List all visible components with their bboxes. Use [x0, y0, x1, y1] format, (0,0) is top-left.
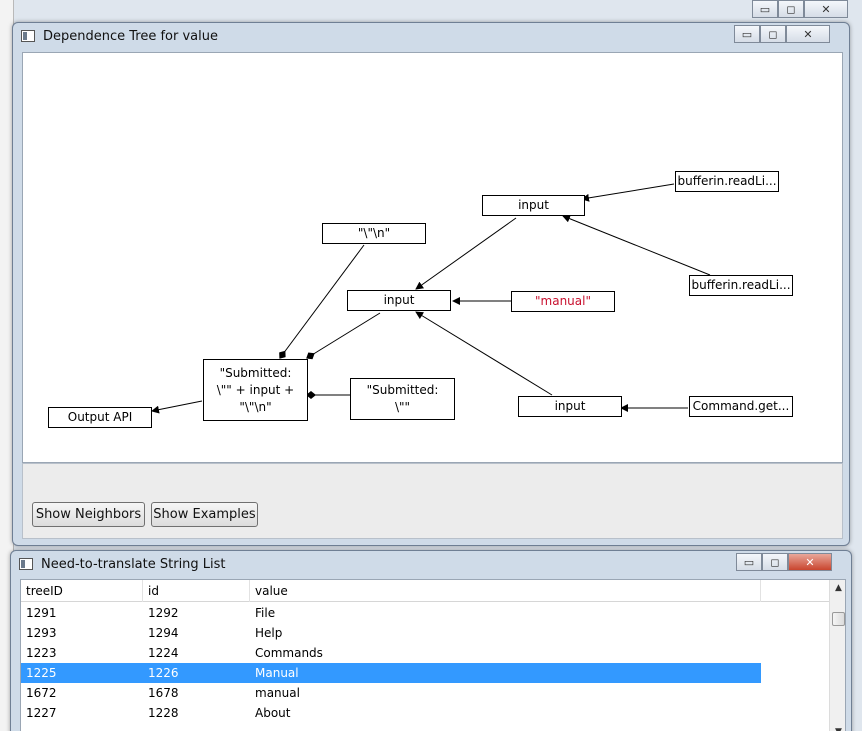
node-manual-literal[interactable]: "manual" — [511, 291, 615, 312]
column-header-value[interactable]: value — [250, 580, 761, 602]
edge-input-mid-submitted — [306, 312, 381, 360]
scroll-thumb[interactable] — [832, 612, 845, 626]
cell-value: About — [255, 706, 291, 720]
cell-id: 1294 — [148, 626, 179, 640]
list-close-button[interactable]: ✕ — [788, 553, 832, 571]
outer-minimize-button[interactable]: ▭ — [752, 0, 778, 18]
cell-value: Commands — [255, 646, 323, 660]
cell-value: Help — [255, 626, 283, 640]
list-maximize-button[interactable]: ◻ — [762, 553, 788, 571]
node-bufferin-readline-2[interactable]: bufferin.readLi... — [689, 275, 793, 296]
table-row[interactable]: 1293 1294 Help — [21, 623, 761, 643]
node-input-mid[interactable]: input — [347, 290, 451, 311]
list-minimize-button[interactable]: ▭ — [736, 553, 762, 571]
edge-concat-output — [151, 400, 203, 414]
cell-treeid: 1227 — [26, 706, 57, 720]
cell-value: File — [255, 606, 276, 620]
cell-value: manual — [255, 686, 300, 700]
node-output-api[interactable]: Output API — [48, 407, 152, 428]
cell-treeid: 1225 — [26, 666, 57, 680]
node-submitted-literal[interactable]: "Submitted: \"" — [350, 378, 455, 420]
node-bufferin-readline-1[interactable]: bufferin.readLi... — [675, 171, 779, 192]
column-header-treeid[interactable]: treeID — [21, 580, 143, 602]
table-row[interactable]: 1223 1224 Commands — [21, 643, 761, 663]
dependence-tree-canvas[interactable]: input bufferin.readLi... "\"\n" input "m… — [22, 52, 843, 463]
outer-maximize-button[interactable]: ◻ — [778, 0, 804, 18]
column-header-id[interactable]: id — [143, 580, 250, 602]
cell-id: 1228 — [148, 706, 179, 720]
string-list-titlebar[interactable]: Need-to-translate String List — [11, 551, 851, 577]
show-examples-button[interactable]: Show Examples — [151, 502, 258, 527]
cell-id: 1292 — [148, 606, 179, 620]
outer-close-button[interactable]: ✕ — [804, 0, 848, 18]
string-table: treeID id value 1291 1292 File 1293 1294 Help… — [20, 579, 846, 731]
tree-maximize-button[interactable]: ◻ — [760, 25, 786, 43]
edge-bufferin1-input-top — [581, 183, 675, 202]
dependence-tree-window: Dependence Tree for value ▭ ◻ ✕ input bu… — [12, 22, 850, 546]
node-newline-literal[interactable]: "\"\n" — [322, 223, 426, 244]
table-row[interactable]: 1225 1226 Manual — [21, 663, 761, 683]
column-header-filler — [761, 580, 829, 602]
node-input-bottom[interactable]: input — [518, 396, 622, 417]
cell-treeid: 1293 — [26, 626, 57, 640]
table-header: treeID id value — [21, 580, 829, 602]
scroll-down-icon[interactable]: ▼ — [830, 724, 845, 731]
list-window-controls: ▭ ◻ ✕ — [736, 553, 832, 571]
window-icon — [19, 558, 33, 570]
node-input-top[interactable]: input — [482, 195, 585, 216]
cell-treeid: 1291 — [26, 606, 57, 620]
table-row[interactable]: 1227 1228 About — [21, 703, 761, 723]
cell-id: 1224 — [148, 646, 179, 660]
cell-id: 1678 — [148, 686, 179, 700]
show-neighbors-button[interactable]: Show Neighbors — [32, 502, 145, 527]
tree-window-controls: ▭ ◻ ✕ — [734, 25, 830, 43]
tree-close-button[interactable]: ✕ — [786, 25, 830, 43]
node-command-get[interactable]: Command.get... — [689, 396, 793, 417]
table-row[interactable]: 1291 1292 File — [21, 603, 761, 623]
string-list-title: Need-to-translate String List — [41, 556, 226, 572]
vertical-scrollbar[interactable]: ▲ ▼ — [829, 580, 845, 731]
cell-treeid: 1672 — [26, 686, 57, 700]
edge-input-top-input-mid — [415, 217, 517, 290]
tree-minimize-button[interactable]: ▭ — [734, 25, 760, 43]
dependence-tree-titlebar[interactable]: Dependence Tree for value — [13, 23, 849, 49]
node-submitted-concat[interactable]: "Submitted: \"" + input + "\"\n" — [203, 359, 308, 421]
outer-window-controls: ▭ ◻ ✕ — [752, 0, 848, 18]
scroll-up-icon[interactable]: ▲ — [830, 580, 845, 596]
window-icon — [21, 30, 35, 42]
dependence-tree-title: Dependence Tree for value — [43, 28, 218, 44]
cell-value: Manual — [255, 666, 299, 680]
cell-treeid: 1223 — [26, 646, 57, 660]
cell-id: 1226 — [148, 666, 179, 680]
tree-button-pane: Show Neighbors Show Examples — [22, 463, 843, 539]
table-row[interactable]: 1672 1678 manual — [21, 683, 761, 703]
string-list-window: Need-to-translate String List ▭ ◻ ✕ tree… — [10, 550, 852, 731]
edge-bufferin2-input-top — [562, 214, 711, 276]
